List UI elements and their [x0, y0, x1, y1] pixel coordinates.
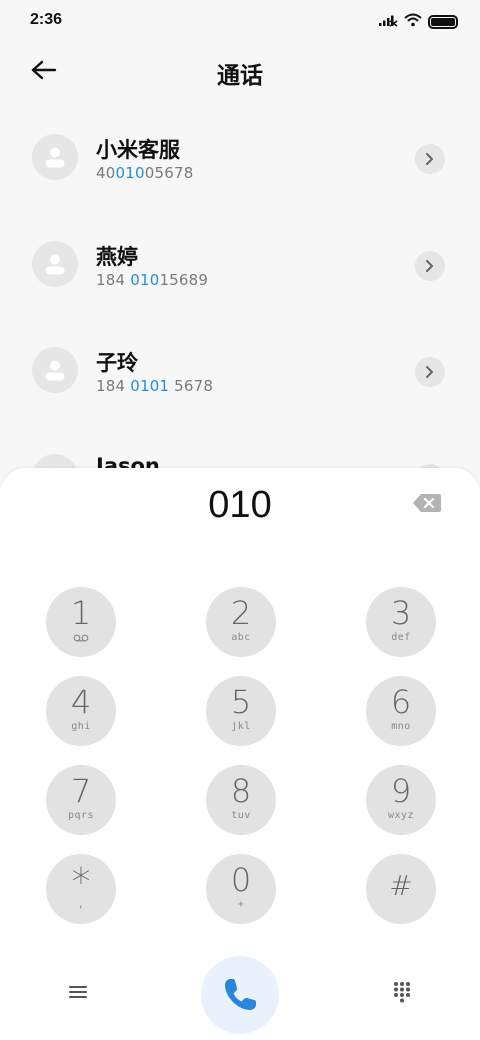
key-9[interactable]: 9 wxyz: [366, 765, 436, 835]
contact-number: 184 0101 5678: [96, 377, 214, 395]
chevron-right-icon: [426, 153, 433, 165]
key-1[interactable]: 1: [46, 587, 116, 657]
contact-name: 小米客服: [96, 138, 180, 162]
dialpad-panel: 010 1 2 abc 3 def 4 ghi 5 jkl 6 mno 7 pq…: [0, 468, 480, 1040]
dialpad-icon: [394, 982, 410, 1003]
contact-row[interactable]: 小米客服 4001005678: [0, 104, 480, 210]
match-highlight: 010: [130, 271, 160, 289]
call-button[interactable]: [201, 956, 279, 1034]
menu-icon: [69, 986, 87, 998]
menu-button[interactable]: [62, 976, 94, 1008]
contact-row[interactable]: 子玲 184 0101 5678: [0, 317, 480, 423]
status-bar: 2:36: [0, 0, 480, 42]
key-3[interactable]: 3 def: [366, 587, 436, 657]
page-title: 通话: [217, 63, 263, 89]
contact-number: 4001005678: [96, 164, 194, 182]
contact-name: 子玲: [96, 351, 138, 375]
key-0[interactable]: 0 +: [206, 854, 276, 924]
key-star[interactable]: * ,: [46, 854, 116, 924]
key-5[interactable]: 5 jkl: [206, 676, 276, 746]
contact-number: 184 01015689: [96, 271, 209, 289]
avatar: [32, 347, 78, 393]
key-7[interactable]: 7 pqrs: [46, 765, 116, 835]
key-4[interactable]: 4 ghi: [46, 676, 116, 746]
key-8[interactable]: 8 tuv: [206, 765, 276, 835]
key-hash[interactable]: #: [366, 854, 436, 924]
status-icons: [378, 12, 458, 31]
chevron-right-icon: [426, 366, 433, 378]
contact-name: 燕婷: [96, 245, 138, 269]
signal-icon: [378, 12, 398, 31]
contact-detail-button[interactable]: [415, 357, 445, 387]
status-time: 2:36: [30, 11, 63, 28]
key-6[interactable]: 6 mno: [366, 676, 436, 746]
avatar: [32, 134, 78, 180]
battery-icon: [428, 14, 458, 29]
contact-list: 小米客服 4001005678 燕婷 184 01015689 子玲 184 0…: [0, 104, 480, 484]
person-icon: [45, 254, 65, 275]
voicemail-icon: [73, 634, 89, 642]
chevron-right-icon: [426, 260, 433, 272]
contact-detail-button[interactable]: [415, 144, 445, 174]
contact-detail-button[interactable]: [415, 251, 445, 281]
dialpad-toggle-button[interactable]: [386, 976, 418, 1008]
person-icon: [45, 147, 65, 168]
wifi-icon: [404, 12, 422, 31]
person-icon: [45, 360, 65, 381]
contact-row[interactable]: 燕婷 184 01015689: [0, 211, 480, 317]
backspace-icon: [413, 494, 441, 512]
bottom-action-bar: [0, 946, 480, 1036]
key-2[interactable]: 2 abc: [206, 587, 276, 657]
backspace-button[interactable]: [412, 492, 442, 514]
match-highlight: 010: [115, 164, 145, 182]
header: 通话: [0, 44, 480, 98]
dialed-number: 010: [208, 484, 272, 526]
match-highlight: 0101: [130, 377, 170, 395]
avatar: [32, 241, 78, 287]
phone-icon: [225, 979, 256, 1010]
